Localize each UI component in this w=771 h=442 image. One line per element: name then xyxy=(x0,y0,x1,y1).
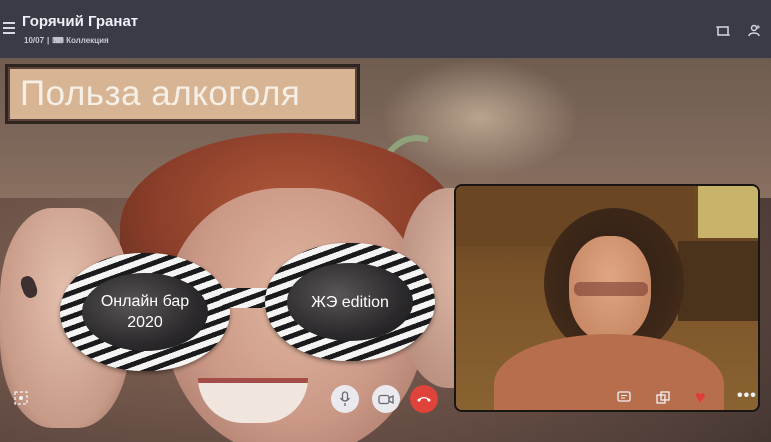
menu-icon[interactable] xyxy=(3,22,15,34)
gallery-icon[interactable]: ⌨ xyxy=(52,36,64,45)
caption-banner: Польза алкоголя xyxy=(5,64,360,124)
self-bg-cabinet xyxy=(678,241,758,321)
end-call-button[interactable] xyxy=(410,385,438,413)
end-call-icon xyxy=(417,397,431,402)
layout-icon[interactable] xyxy=(716,25,730,39)
microphone-button[interactable] xyxy=(331,385,359,413)
right-lens-glass: ЖЭ edition xyxy=(287,263,413,341)
participants-count: 10/07 xyxy=(24,36,45,45)
camera-button[interactable] xyxy=(372,385,400,413)
collection-link[interactable]: Коллекция xyxy=(66,36,109,45)
left-lens-line2: 2020 xyxy=(127,314,163,331)
self-person-glasses xyxy=(574,282,648,296)
left-lens-line1: Онлайн бар xyxy=(100,293,190,310)
chat-icon[interactable] xyxy=(617,391,631,407)
call-controls: ♥ ••• xyxy=(0,385,771,425)
left-lens-text: Онлайн бар 2020 xyxy=(101,291,189,333)
call-header: Горячий Гранат 10/07 | ⌨ Коллекция xyxy=(0,0,771,58)
heart-icon[interactable]: ♥ xyxy=(695,387,706,408)
left-lens: Онлайн бар 2020 xyxy=(60,253,230,371)
caption-text: Польза алкоголя xyxy=(20,74,301,113)
right-lens-text: ЖЭ edition xyxy=(311,293,389,311)
left-lens-glass: Онлайн бар 2020 xyxy=(82,273,208,351)
screenshot-icon[interactable] xyxy=(14,391,28,408)
add-person-icon[interactable] xyxy=(748,24,761,39)
sunglasses-overlay: Онлайн бар 2020 ЖЭ edition xyxy=(60,243,440,388)
call-subtitle: 10/07 | ⌨ Коллекция xyxy=(24,36,109,45)
right-lens: ЖЭ edition xyxy=(265,243,435,361)
self-bg-window xyxy=(694,186,758,238)
microphone-icon xyxy=(339,391,351,406)
switch-camera-icon[interactable] xyxy=(656,391,670,408)
more-options-icon[interactable]: ••• xyxy=(737,387,757,405)
video-camera-icon xyxy=(378,394,394,404)
call-title: Горячий Гранат xyxy=(22,13,139,30)
self-preview-video[interactable] xyxy=(456,186,758,410)
